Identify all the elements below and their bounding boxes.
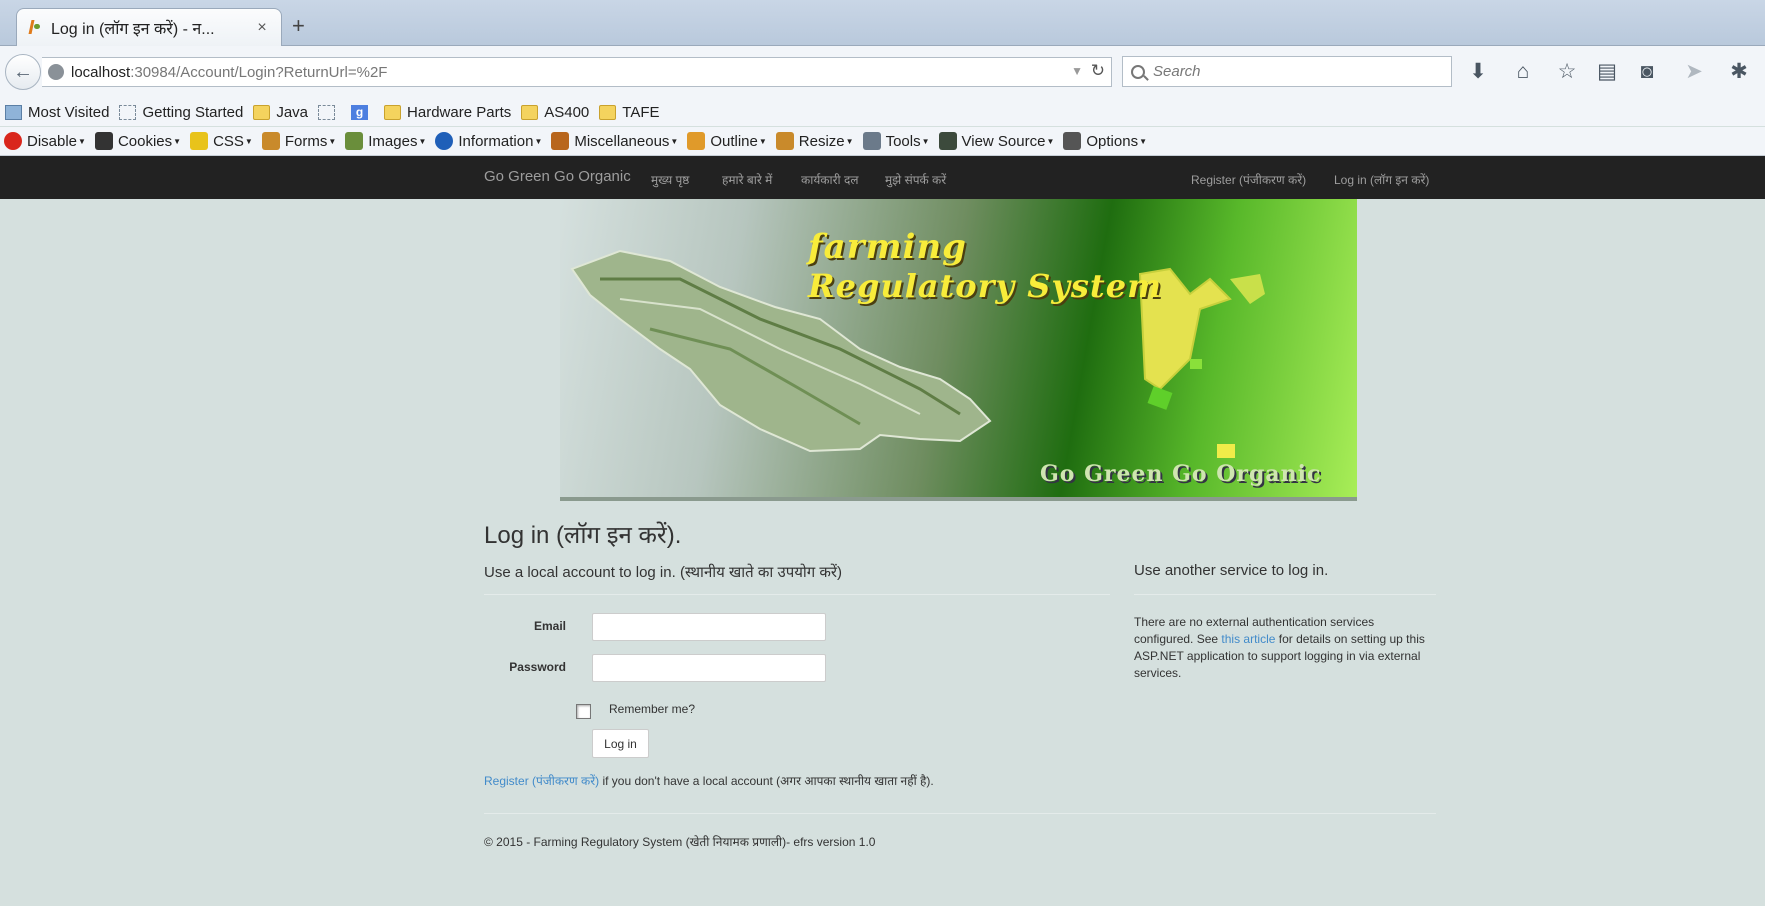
information-icon	[435, 132, 454, 150]
google-icon: g	[351, 104, 369, 120]
bookmark-java[interactable]: Java	[253, 104, 308, 121]
tab-strip: Log in (लॉग इन करें) - न... × +	[0, 0, 1765, 47]
miscellaneous-icon	[551, 132, 570, 150]
url-dropdown-icon[interactable]: ▼	[1071, 64, 1083, 78]
new-tab-button[interactable]: +	[292, 13, 305, 39]
devtool-cookies[interactable]: Cookies ▼	[94, 132, 181, 150]
globe-icon	[48, 64, 64, 80]
devtool-information[interactable]: Information ▼	[435, 132, 542, 150]
banner-shadow	[560, 497, 1357, 501]
back-arrow-icon: ←	[13, 60, 33, 83]
search-icon	[1131, 64, 1145, 79]
search-placeholder: Search	[1153, 63, 1201, 80]
nav-contact[interactable]: मुझे संपर्क करें	[885, 171, 946, 188]
favicon-icon	[27, 20, 41, 36]
outline-icon	[687, 132, 706, 150]
nav-register[interactable]: Register (पंजीकरण करें)	[1191, 171, 1306, 188]
bookmark-google[interactable]: g	[351, 104, 374, 120]
password-label: Password	[509, 660, 566, 674]
register-link[interactable]: Register (पंजीकरण करें)	[484, 774, 599, 788]
folder-icon	[253, 104, 271, 120]
web-developer-toolbar: Disable ▼ Cookies ▼ CSS ▼ Forms ▼ Images ▼ In…	[0, 127, 1765, 156]
nav-about[interactable]: हमारे बारे में	[722, 171, 772, 188]
resize-icon	[775, 132, 794, 150]
most-visited-icon	[5, 104, 22, 120]
tab-close-icon[interactable]: ×	[253, 19, 271, 37]
tab-title: Log in (लॉग इन करें) - न...	[51, 21, 215, 38]
bookmark-unnamed[interactable]	[318, 104, 341, 120]
dashed-page-icon	[119, 104, 137, 120]
email-field[interactable]	[592, 613, 826, 641]
external-login-text: There are no external authentication ser…	[1134, 615, 1425, 680]
reading-list-icon[interactable]: ▤	[1593, 58, 1621, 86]
star-icon[interactable]: ☆	[1553, 58, 1581, 86]
banner-tagline: Go Green Go Organic	[1040, 461, 1322, 487]
banner-image: farming Regulatory System Go Green Go Or…	[560, 199, 1357, 501]
folder-icon	[599, 104, 617, 120]
pocket-icon[interactable]: ◙	[1633, 58, 1661, 86]
nav-home[interactable]: मुख्य पृष्ठ	[651, 171, 689, 188]
devtool-miscellaneous[interactable]: Miscellaneous ▼	[551, 132, 678, 150]
banner-title-line1: farming	[808, 227, 967, 267]
email-label: Email	[533, 619, 566, 633]
search-bar[interactable]: Search	[1122, 56, 1452, 87]
dashed-page-icon	[318, 104, 336, 120]
divider	[1134, 594, 1436, 595]
devtool-outline[interactable]: Outline ▼	[687, 132, 767, 150]
register-prompt: Register (पंजीकरण करें) if you don't hav…	[484, 772, 934, 789]
divider	[484, 594, 1110, 595]
folder-icon	[384, 104, 402, 120]
footer-text: © 2015 - Farming Regulatory System (खेती…	[484, 835, 876, 849]
firebug-icon[interactable]: ✱	[1725, 58, 1753, 86]
css-icon	[190, 132, 209, 150]
home-icon[interactable]: ⌂	[1509, 58, 1537, 86]
banner-title-line2: Regulatory System	[808, 267, 1162, 305]
view-source-icon	[938, 132, 957, 150]
images-icon	[345, 132, 364, 150]
folder-icon	[521, 104, 539, 120]
login-button[interactable]: Log in	[592, 729, 649, 758]
devtool-css[interactable]: CSS ▼	[190, 132, 253, 150]
cookies-icon	[94, 132, 113, 150]
bookmark-most-visited[interactable]: Most Visited	[5, 104, 109, 121]
nav-login[interactable]: Log in (लॉग इन करें)	[1334, 171, 1429, 188]
disable-icon	[4, 132, 22, 150]
bookmark-tafe[interactable]: TAFE	[599, 104, 660, 121]
devtool-tools[interactable]: Tools ▼	[862, 132, 930, 150]
download-icon[interactable]: ⬇	[1464, 58, 1492, 86]
devtool-options[interactable]: Options ▼	[1063, 132, 1147, 150]
bookmark-hardware-parts[interactable]: Hardware Parts	[384, 104, 511, 121]
nav-team[interactable]: कार्यकारी दल	[801, 171, 858, 188]
active-tab[interactable]: Log in (लॉग इन करें) - न... ×	[16, 8, 282, 47]
address-bar[interactable]: localhost:30984/Account/Login?ReturnUrl=…	[42, 57, 1112, 87]
back-button[interactable]: ←	[5, 54, 41, 90]
bookmark-as400[interactable]: AS400	[521, 104, 589, 121]
forms-icon	[261, 132, 280, 150]
devtool-disable[interactable]: Disable ▼	[4, 132, 86, 150]
site-navbar: Go Green Go Organic मुख्य पृष्ठ हमारे बा…	[0, 156, 1765, 199]
bookmarks-bar: Most Visited Getting Started Java g Hard…	[0, 98, 1765, 126]
external-login-heading: Use another service to log in.	[1134, 562, 1329, 579]
this-article-link[interactable]: this article	[1221, 632, 1275, 646]
local-account-heading: Use a local account to log in. (स्थानीय …	[484, 564, 843, 581]
send-icon[interactable]: ➤	[1680, 58, 1708, 86]
register-suffix: if you don't have a local account (अगर आ…	[599, 774, 934, 788]
remember-me-checkbox[interactable]	[576, 704, 591, 719]
password-field[interactable]	[592, 654, 826, 682]
browser-toolbar: ← localhost:30984/Account/Login?ReturnUr…	[0, 46, 1765, 98]
devtool-images[interactable]: Images ▼	[345, 132, 426, 150]
brand-link[interactable]: Go Green Go Organic	[484, 168, 631, 185]
reload-icon[interactable]: ↻	[1091, 61, 1105, 81]
footer-divider	[484, 813, 1436, 814]
page-title: Log in (लॉग इन करें).	[484, 522, 682, 549]
bookmark-getting-started[interactable]: Getting Started	[119, 104, 243, 121]
remember-me-label: Remember me?	[609, 702, 696, 716]
devtool-resize[interactable]: Resize ▼	[775, 132, 854, 150]
tools-icon	[862, 132, 881, 150]
devtool-view-source[interactable]: View Source ▼	[938, 132, 1054, 150]
devtool-forms[interactable]: Forms ▼	[261, 132, 336, 150]
url-text[interactable]: localhost:30984/Account/Login?ReturnUrl=…	[71, 64, 387, 81]
options-icon	[1063, 132, 1082, 150]
